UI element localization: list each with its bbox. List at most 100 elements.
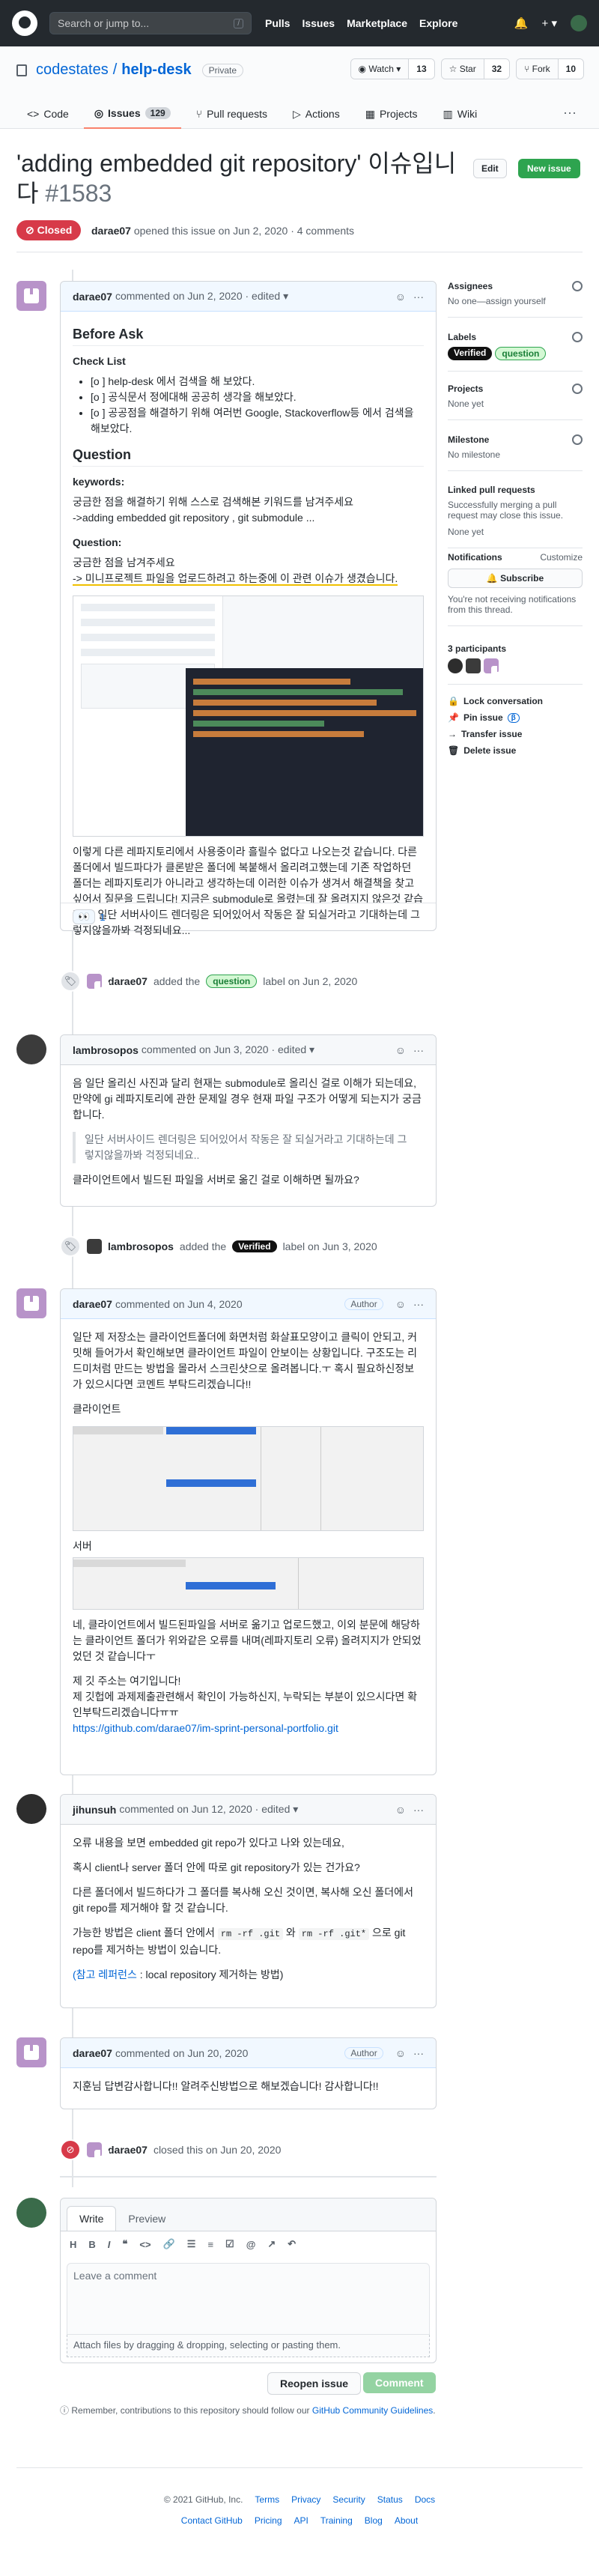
- cross-reference-icon[interactable]: ↗: [267, 2238, 276, 2250]
- comment-author[interactable]: darae07: [73, 291, 112, 303]
- reopen-issue-button[interactable]: Reopen issue: [267, 2372, 362, 2395]
- event-actor[interactable]: darae07: [108, 975, 148, 987]
- kebab-menu-icon[interactable]: ···: [413, 1044, 424, 1056]
- footer-link[interactable]: Training: [320, 2515, 353, 2526]
- comment-submit-button[interactable]: Comment: [363, 2372, 436, 2393]
- avatar[interactable]: [16, 1288, 46, 1318]
- delete-issue-button[interactable]: 🗑 Delete issue: [448, 742, 543, 759]
- guidelines-link[interactable]: GitHub Community Guidelines: [312, 2405, 433, 2416]
- bullet-list-icon[interactable]: ☰: [187, 2238, 196, 2250]
- attach-files-bar[interactable]: Attach files by dragging & dropping, sel…: [67, 2335, 430, 2357]
- footer-link[interactable]: About: [395, 2515, 418, 2526]
- reference-link[interactable]: (참고 레퍼런스: [73, 1969, 137, 1981]
- tab-preview[interactable]: Preview: [116, 2207, 177, 2231]
- subscribe-button[interactable]: 🔔 Subscribe: [448, 569, 583, 588]
- comment-textarea[interactable]: Leave a comment: [67, 2263, 430, 2335]
- label-verified[interactable]: Verified: [232, 1240, 277, 1252]
- user-avatar-menu[interactable]: [571, 15, 587, 31]
- repo-name-link[interactable]: help-desk: [121, 61, 191, 79]
- avatar[interactable]: [16, 2037, 46, 2067]
- label-question[interactable]: question: [206, 975, 258, 988]
- milestone-title[interactable]: Milestone: [448, 434, 489, 445]
- gear-icon[interactable]: [572, 281, 583, 291]
- comment-meta[interactable]: commented on Jun 2, 2020 · edited ▾: [115, 290, 288, 303]
- reply-icon[interactable]: ↶: [288, 2238, 296, 2250]
- fork-button[interactable]: ⑂ Fork 10: [516, 58, 584, 79]
- comment-author[interactable]: darae07: [73, 2047, 112, 2059]
- watch-button[interactable]: ◉ Watch ▾ 13: [350, 58, 435, 79]
- gear-icon[interactable]: [572, 332, 583, 342]
- avatar[interactable]: [448, 658, 463, 673]
- nav-pulls[interactable]: Pulls: [265, 17, 290, 29]
- repo-owner-link[interactable]: codestates: [36, 61, 109, 79]
- comment-author[interactable]: jihunsuh: [73, 1804, 116, 1816]
- watch-count[interactable]: 13: [408, 59, 434, 79]
- assignees-text[interactable]: No one—assign yourself: [448, 296, 583, 306]
- comment-meta[interactable]: commented on Jun 12, 2020 · edited ▾: [119, 1803, 298, 1816]
- comment-author[interactable]: darae07: [73, 1298, 112, 1310]
- avatar[interactable]: [484, 658, 499, 673]
- avatar[interactable]: [87, 2142, 102, 2157]
- label-verified[interactable]: Verified: [448, 347, 493, 360]
- footer-link[interactable]: Pricing: [255, 2515, 282, 2526]
- lock-conversation-button[interactable]: 🔒 Lock conversation: [448, 693, 543, 709]
- smiley-icon[interactable]: ☺: [395, 291, 406, 303]
- nav-explore[interactable]: Explore: [419, 17, 457, 29]
- kebab-menu-icon[interactable]: ···: [413, 2047, 424, 2059]
- comment-meta[interactable]: commented on Jun 20, 2020: [115, 2047, 248, 2059]
- footer-link[interactable]: Contact GitHub: [181, 2515, 243, 2526]
- footer-link[interactable]: Security: [332, 2494, 365, 2505]
- avatar[interactable]: [87, 974, 102, 989]
- edit-title-button[interactable]: Edit: [473, 159, 507, 178]
- avatar[interactable]: [16, 1794, 46, 1824]
- numbered-list-icon[interactable]: ≡: [207, 2239, 213, 2250]
- link-icon[interactable]: 🔗: [163, 2238, 175, 2250]
- event-actor[interactable]: darae07: [108, 2144, 148, 2156]
- gear-icon[interactable]: [572, 384, 583, 394]
- repo-link[interactable]: https://github.com/darae07/im-sprint-per…: [73, 1722, 338, 1734]
- projects-title[interactable]: Projects: [448, 384, 483, 394]
- search-input[interactable]: Search or jump to... /: [49, 12, 252, 34]
- avatar[interactable]: [16, 1034, 46, 1064]
- smiley-icon[interactable]: ☺: [395, 1298, 406, 1310]
- avatar[interactable]: [87, 1239, 102, 1254]
- tab-write[interactable]: Write: [67, 2206, 117, 2231]
- label-question[interactable]: question: [495, 347, 547, 360]
- pin-issue-button[interactable]: 📌 Pin issue β: [448, 709, 543, 726]
- avatar[interactable]: [16, 281, 46, 311]
- avatar[interactable]: [466, 658, 481, 673]
- fork-count[interactable]: 10: [557, 59, 583, 79]
- footer-link[interactable]: Terms: [255, 2494, 279, 2505]
- mention-icon[interactable]: @: [246, 2239, 256, 2250]
- linked-prs-title[interactable]: Linked pull requests: [448, 485, 535, 495]
- italic-icon[interactable]: I: [108, 2239, 111, 2250]
- footer-link[interactable]: Privacy: [291, 2494, 320, 2505]
- smiley-icon[interactable]: ☺: [395, 2047, 406, 2059]
- customize-link[interactable]: Customize: [540, 552, 583, 563]
- more-tabs-button[interactable]: ···: [563, 105, 577, 121]
- footer-link[interactable]: Status: [377, 2494, 403, 2505]
- comment-meta[interactable]: commented on Jun 3, 2020 · edited ▾: [142, 1043, 314, 1056]
- transfer-issue-button[interactable]: → Transfer issue: [448, 726, 543, 742]
- tab-wiki[interactable]: ▥ Wiki: [433, 99, 488, 129]
- tab-pull-requests[interactable]: ⑂ Pull requests: [186, 99, 278, 129]
- bell-icon[interactable]: 🔔: [514, 16, 529, 30]
- event-actor[interactable]: lambrosopos: [108, 1240, 174, 1252]
- star-button[interactable]: ☆ Star 32: [440, 58, 511, 79]
- tab-projects[interactable]: ▦ Projects: [355, 99, 428, 129]
- assignees-title[interactable]: Assignees: [448, 281, 493, 291]
- avatar[interactable]: [16, 2198, 46, 2228]
- nav-issues[interactable]: Issues: [302, 17, 335, 29]
- footer-link[interactable]: Docs: [415, 2494, 435, 2505]
- server-folder-screenshot[interactable]: [73, 1557, 424, 1610]
- client-folder-screenshot[interactable]: [73, 1426, 424, 1531]
- quote-icon[interactable]: ❝: [122, 2238, 127, 2250]
- gear-icon[interactable]: [572, 434, 583, 445]
- footer-link[interactable]: Blog: [365, 2515, 383, 2526]
- comment-author[interactable]: lambrosopos: [73, 1044, 139, 1056]
- smiley-icon[interactable]: ☺: [395, 1044, 406, 1056]
- footer-link[interactable]: API: [294, 2515, 308, 2526]
- github-logo-icon[interactable]: [12, 10, 37, 36]
- task-list-icon[interactable]: ☑: [225, 2238, 234, 2250]
- nav-marketplace[interactable]: Marketplace: [347, 17, 407, 29]
